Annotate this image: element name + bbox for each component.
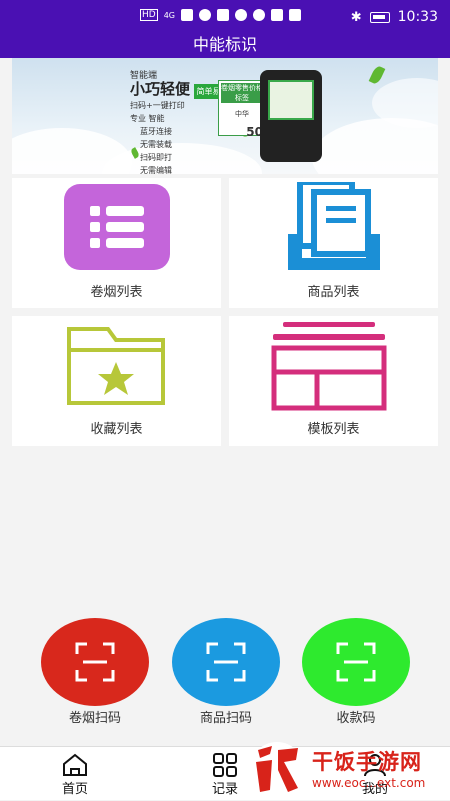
status-icons-left: HD 4G (140, 9, 301, 21)
banner-feature: 专业 智能 (130, 114, 165, 123)
banner-text: 智能端 小巧轻便 简单易用 扫码+一键打印 专业 智能 蓝牙连接 无需装载 扫码… (130, 70, 232, 174)
tile-label: 收藏列表 (90, 422, 143, 437)
promo-banner[interactable]: 智能端 小巧轻便 简单易用 扫码+一键打印 专业 智能 蓝牙连接 无需装载 扫码… (12, 58, 438, 174)
weibo-notification-icon (253, 9, 265, 21)
banner-feature: 扫码+一键打印 (130, 101, 185, 110)
scan-icon (206, 642, 246, 682)
clock: 10:33 (397, 9, 438, 25)
mail-notification-icon (289, 9, 301, 21)
payment-code-button[interactable] (302, 618, 410, 706)
price-label-price: 50 (246, 125, 263, 139)
grid-icon (213, 753, 237, 777)
bluetooth-icon: ✱ (350, 9, 362, 25)
payment-code-label: 收款码 (336, 711, 376, 726)
battery-icon (369, 11, 390, 23)
product-scan-label: 商品扫码 (199, 711, 252, 726)
watermark-logo-icon (250, 742, 304, 796)
list-icon (64, 184, 170, 270)
price-label-sample: 卷烟零售价格标签 中华 50 (218, 80, 266, 139)
template-layout-icon (271, 322, 387, 411)
tab-home[interactable]: 首页 (25, 747, 125, 801)
app-title: 中能标识 (0, 34, 450, 58)
banner-feature: 无需编辑 (140, 166, 172, 174)
wifi-icon (199, 9, 211, 21)
tile-label: 商品列表 (307, 285, 360, 300)
tile-template-list[interactable]: 模板列表 (229, 316, 438, 446)
tile-label: 模板列表 (307, 422, 360, 437)
tile-cigarette-list[interactable]: 卷烟列表 (12, 178, 221, 308)
label-printer-image (260, 70, 322, 162)
app-notification-icon (217, 9, 229, 21)
status-icons-right: ✱ 10:33 (351, 9, 438, 25)
tab-label: 首页 (61, 782, 88, 797)
tile-label: 卷烟列表 (90, 285, 143, 300)
hd-indicator: HD (140, 9, 158, 21)
status-bar: HD 4G ✱ 10:33 (0, 0, 450, 34)
cigarette-scan-label: 卷烟扫码 (68, 711, 121, 726)
document-tray-icon (288, 182, 380, 270)
watermark: 干饭手游网 www.eoc...ext.com (248, 738, 448, 800)
price-label-name: 中华 (235, 110, 249, 118)
watermark-name: 干饭手游网 (312, 750, 422, 774)
scan-icon (336, 642, 376, 682)
banner-feature: 无需装载 (140, 140, 172, 149)
home-icon (63, 753, 87, 776)
cigarette-scan-button[interactable] (41, 618, 149, 706)
banner-feature: 蓝牙连接 (140, 127, 172, 136)
network-indicator: 4G (163, 10, 175, 20)
product-scan-button[interactable] (172, 618, 280, 706)
search-notification-icon (271, 9, 283, 21)
signal-icon (181, 9, 193, 21)
tile-product-list[interactable]: 商品列表 (229, 178, 438, 308)
scan-icon (75, 642, 115, 682)
tile-favorites-list[interactable]: 收藏列表 (12, 316, 221, 446)
price-label-title: 卷烟零售价格标签 (221, 83, 263, 103)
chat-notification-icon (235, 9, 247, 21)
banner-slogan: 小巧轻便 (130, 80, 191, 98)
banner-feature: 扫码即打 (140, 153, 172, 162)
watermark-url: www.eoc...ext.com (312, 776, 426, 790)
folder-star-icon (67, 327, 165, 405)
